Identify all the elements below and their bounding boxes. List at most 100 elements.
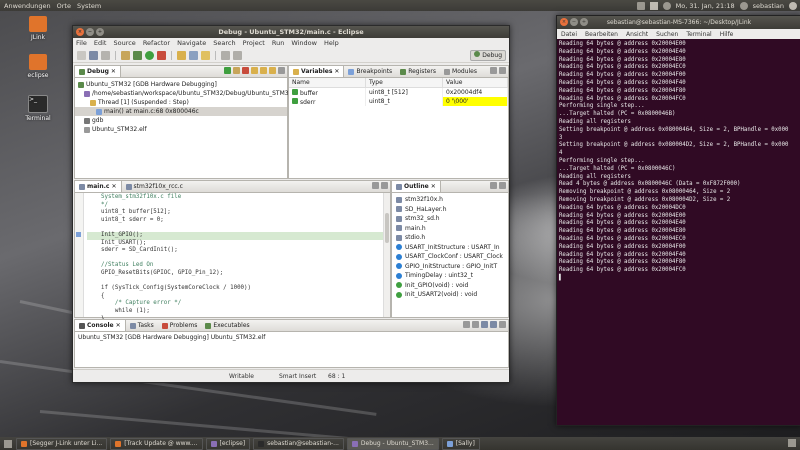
collapse-all-icon[interactable] xyxy=(490,67,497,74)
tab-executables[interactable]: Executables xyxy=(201,320,253,331)
desktop-icon-eclipse[interactable]: eclipse xyxy=(20,54,56,79)
minimize-icon[interactable]: − xyxy=(570,18,578,26)
sort-icon[interactable] xyxy=(490,182,497,189)
outline-item[interactable]: main.h xyxy=(392,224,508,234)
step-into-icon[interactable] xyxy=(251,67,258,74)
outline-item[interactable]: SD_HaLayer.h xyxy=(392,205,508,215)
code-area[interactable]: System_stm32f10x.c file */ uint8_t buffe… xyxy=(75,193,390,323)
terminal-output[interactable]: Reading 64 bytes @ address 0x20004E00 Rea… xyxy=(557,39,800,421)
tab-breakpoints[interactable]: Breakpoints xyxy=(344,66,396,77)
outline-item[interactable]: stdio.h xyxy=(392,233,508,243)
open-console-icon[interactable] xyxy=(499,321,506,328)
suspend-icon[interactable] xyxy=(233,67,240,74)
pin-console-icon[interactable] xyxy=(481,321,488,328)
top-menu-item[interactable]: System xyxy=(77,2,101,10)
outline-item[interactable]: USART_ClockConf : USART_Clock xyxy=(392,252,508,262)
outline-item[interactable]: stm32f10x.h xyxy=(392,195,508,205)
clear-console-icon[interactable] xyxy=(463,321,470,328)
outline-item[interactable]: stm32_sd.h xyxy=(392,214,508,224)
network-icon[interactable] xyxy=(636,1,645,10)
outline-item[interactable]: TimingDelay : uint32_t xyxy=(392,271,508,281)
taskbar-item[interactable]: [eclipse] xyxy=(205,437,251,450)
tab-variables[interactable]: Variables ✕ xyxy=(289,66,345,77)
maximize-icon[interactable]: + xyxy=(96,28,104,36)
build-icon[interactable] xyxy=(121,50,130,60)
menu-item-project[interactable]: Project xyxy=(243,39,265,47)
menu-item-navigate[interactable]: Navigate xyxy=(177,39,206,47)
perspective-debug-button[interactable]: Debug xyxy=(470,50,506,61)
terminal-titlebar[interactable]: × − + sebastian@sebastian-MS-7366: ~/Des… xyxy=(557,16,800,29)
menu-item-refactor[interactable]: Refactor xyxy=(143,39,170,47)
close-icon[interactable]: × xyxy=(560,18,568,26)
menu-item-source[interactable]: Source xyxy=(113,39,135,47)
debug-tree-row[interactable]: Ubuntu_STM32 [GDB Hardware Debugging] xyxy=(75,80,287,89)
terminate-icon[interactable] xyxy=(242,67,249,74)
search-icon[interactable] xyxy=(189,50,198,60)
terminal-menu-item[interactable]: Bearbeiten xyxy=(585,31,618,38)
taskbar-item[interactable]: [Sally] xyxy=(441,437,480,450)
user-name[interactable]: sebastian xyxy=(753,2,784,10)
menu-item-edit[interactable]: Edit xyxy=(94,39,107,47)
print-icon[interactable] xyxy=(101,50,110,60)
top-menu-item[interactable]: Orte xyxy=(57,2,71,10)
outline-item[interactable]: Init_GPIO(void) : void xyxy=(392,281,508,291)
minimize-icon[interactable]: − xyxy=(86,28,94,36)
power-icon[interactable] xyxy=(789,1,797,10)
taskbar-item[interactable]: sebastian@sebastian-... xyxy=(253,437,344,450)
open-type-icon[interactable] xyxy=(177,50,186,60)
step-return-icon[interactable] xyxy=(269,67,276,74)
menu-item-help[interactable]: Help xyxy=(324,39,339,47)
editor-tab[interactable]: main.c ✕ xyxy=(75,181,122,192)
view-menu-icon[interactable] xyxy=(278,67,285,74)
debug-tree-row[interactable]: main() at main.c:68 0x800046c xyxy=(75,107,287,116)
terminal-menu-item[interactable]: Datei xyxy=(561,31,577,38)
back-icon[interactable] xyxy=(221,50,230,60)
variable-value[interactable]: 0 '\000' xyxy=(442,97,508,106)
mail-icon[interactable] xyxy=(649,1,658,10)
menu-item-run[interactable]: Run xyxy=(272,39,284,47)
terminal-menu-item[interactable]: Hilfe xyxy=(720,31,734,38)
minimize-icon[interactable] xyxy=(372,182,379,189)
scroll-lock-icon[interactable] xyxy=(472,321,479,328)
display-console-icon[interactable] xyxy=(490,321,497,328)
tab-modules[interactable]: Modules xyxy=(440,66,481,77)
outline-item[interactable]: GPIO_InitStructure : GPIO_InitT xyxy=(392,262,508,272)
clock[interactable]: Mo, 31. Jan, 21:18 xyxy=(676,2,735,10)
resume-icon[interactable] xyxy=(224,67,231,74)
outline-item[interactable]: USART_InitStructure : USART_In xyxy=(392,243,508,253)
debug-tree-row[interactable]: gdb xyxy=(75,116,287,125)
debug-tree-row[interactable]: Ubuntu_STM32.elf xyxy=(75,125,287,134)
variable-row[interactable]: buffer uint8_t [512] 0x20004df4 xyxy=(289,87,508,97)
editor-tab[interactable]: stm32f10x_rcc.c xyxy=(122,181,187,192)
show-desktop-icon[interactable] xyxy=(4,439,12,448)
save-icon[interactable] xyxy=(89,50,98,60)
forward-icon[interactable] xyxy=(233,50,242,60)
desktop-icon-terminal[interactable]: >_ Terminal xyxy=(20,95,56,122)
menu-item-search[interactable]: Search xyxy=(213,39,235,47)
taskbar-item[interactable]: [Track Update @ www.... xyxy=(110,437,203,450)
eclipse-titlebar[interactable]: × − + Debug - Ubuntu_STM32/main.c - Ecli… xyxy=(73,26,509,38)
desktop-icon-jlink[interactable]: JLink xyxy=(20,16,56,41)
taskbar-item[interactable]: [Segger J-Link unter Li... xyxy=(16,437,108,450)
column-header-type[interactable]: Type xyxy=(365,78,443,88)
external-tools-icon[interactable] xyxy=(157,50,166,60)
tab-tasks[interactable]: Tasks xyxy=(126,320,158,331)
column-header-value[interactable]: Value xyxy=(442,78,508,88)
column-header-name[interactable]: Name xyxy=(289,78,366,88)
editor-scrollbar[interactable] xyxy=(383,193,390,317)
tab-debug[interactable]: Debug ✕ xyxy=(75,66,121,77)
terminal-menu-item[interactable]: Suchen xyxy=(656,31,678,38)
variable-value[interactable]: 0x20004df4 xyxy=(442,87,508,97)
run-icon[interactable] xyxy=(145,50,154,60)
maximize-icon[interactable]: + xyxy=(580,18,588,26)
debug-tree-row[interactable]: /home/sebastian/workspace/Ubuntu_STM32/D… xyxy=(75,89,298,98)
outline-item[interactable]: Init_USART2(void) : void xyxy=(392,290,508,300)
debug-icon[interactable] xyxy=(133,50,142,60)
menu-item-file[interactable]: File xyxy=(76,39,87,47)
step-over-icon[interactable] xyxy=(260,67,267,74)
maximize-icon[interactable] xyxy=(381,182,388,189)
tab-outline[interactable]: Outline ✕ xyxy=(392,181,441,192)
taskbar-item[interactable]: Debug - Ubuntu_STM3... xyxy=(346,437,439,450)
terminal-menu-item[interactable]: Ansicht xyxy=(626,31,648,38)
tab-console[interactable]: Console ✕ xyxy=(75,320,126,331)
